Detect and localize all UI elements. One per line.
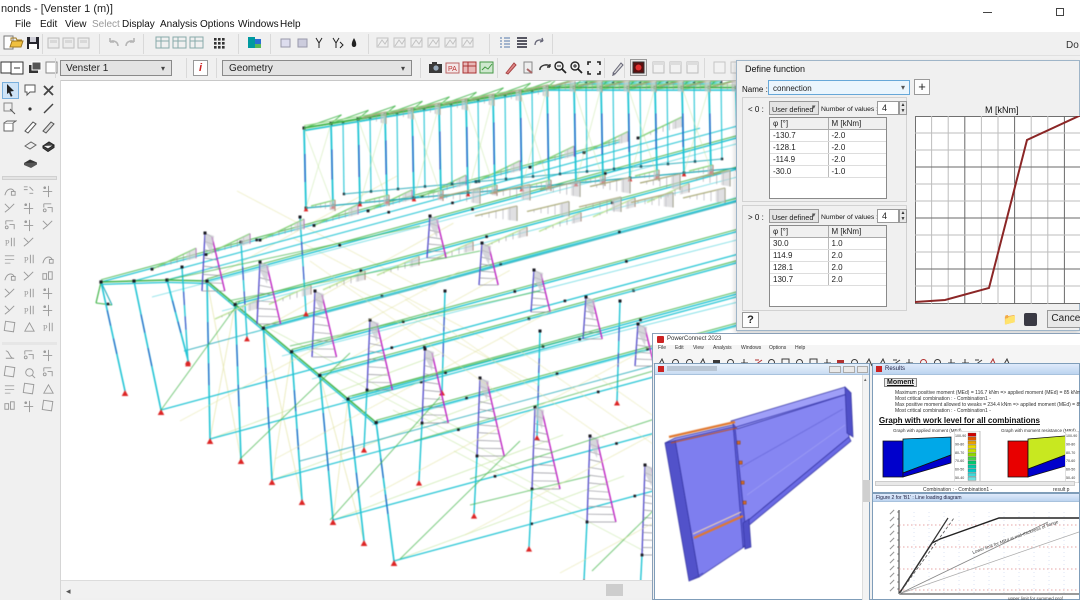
svg-text:100-90: 100-90 [955, 434, 966, 438]
svg-text:50-40: 50-40 [955, 476, 964, 480]
svg-text:Lower limit for MRd at mid-thi: Lower limit for MRd at mid-thickness of … [972, 519, 1060, 555]
svg-text:50-40: 50-40 [1066, 476, 1075, 480]
svg-text:100-90: 100-90 [1066, 434, 1077, 438]
svg-text:80-70: 80-70 [1066, 451, 1075, 455]
svg-text:P: P [43, 323, 48, 332]
svg-text:70-60: 70-60 [955, 459, 964, 463]
svg-text:PA: PA [448, 66, 457, 73]
svg-text:P: P [24, 289, 29, 298]
svg-text:90-80: 90-80 [955, 442, 964, 446]
svg-text:60-50: 60-50 [1066, 468, 1075, 472]
svg-text:upper limit for summed prof: upper limit for summed prof [1008, 596, 1064, 600]
svg-text:70-60: 70-60 [1066, 459, 1075, 463]
svg-text:P: P [24, 306, 29, 315]
svg-text:80-70: 80-70 [955, 451, 964, 455]
svg-text:P: P [24, 255, 29, 264]
svg-text:90-80: 90-80 [1066, 442, 1075, 446]
svg-text:P: P [5, 238, 10, 247]
svg-text:60-50: 60-50 [955, 468, 964, 472]
